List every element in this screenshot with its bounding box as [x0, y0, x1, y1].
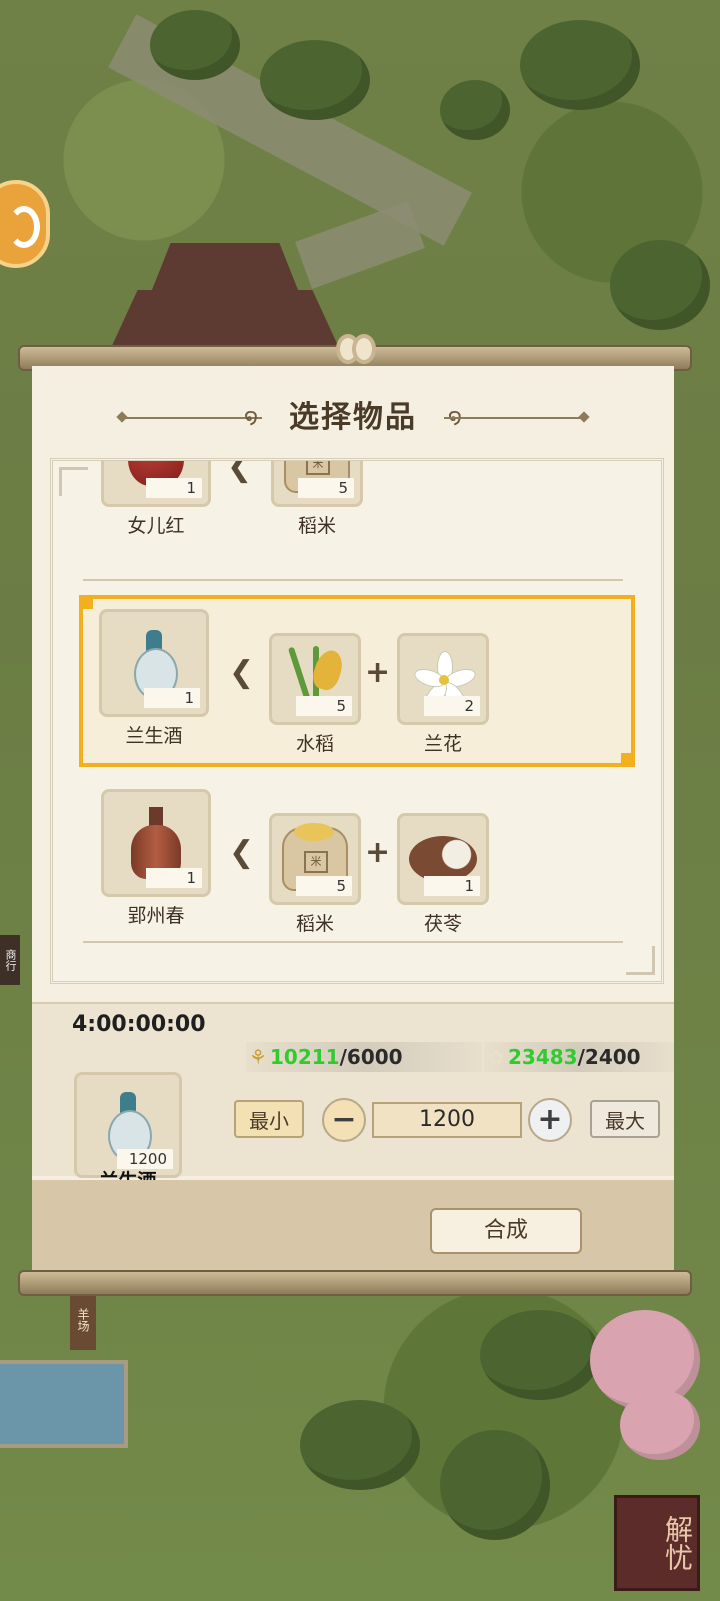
- recipe-row[interactable]: 1 郢州春 ❮ 米 5 稻米 + 1 茯苓: [79, 779, 627, 943]
- ingredient-slot[interactable]: 5 水稻: [269, 633, 361, 756]
- blue-wine-bottle-icon: [134, 630, 178, 700]
- refresh-icon: [8, 206, 40, 248]
- recipe-list[interactable]: 1 女儿红 ❮ 米 5 稻米 1 兰生酒 ❮ 5 水稻 + 2 兰花 1 郢州春…: [50, 458, 664, 984]
- header-line: [122, 417, 262, 419]
- output-slot[interactable]: 1 女儿红: [101, 461, 211, 538]
- tree: [150, 10, 240, 80]
- rice-icon: ⚘: [249, 1045, 267, 1069]
- item-name: 女儿红: [127, 515, 185, 537]
- pond: [0, 1360, 128, 1448]
- shop-sign: 商行: [0, 935, 20, 985]
- chevron-left-icon: ❮: [229, 655, 255, 690]
- scroll-bottom-rod: [18, 1270, 692, 1296]
- item-count: 1: [424, 876, 480, 896]
- ornament-diamond: [578, 411, 590, 423]
- item-count: 2: [424, 696, 480, 716]
- recipe-row-selected[interactable]: 1 兰生酒 ❮ 5 水稻 + 2 兰花: [79, 595, 635, 767]
- dialog-header: ໑ 选择物品 ໑: [32, 396, 674, 440]
- ingredient-slot[interactable]: 1 茯苓: [397, 813, 489, 936]
- resource-have: 10211: [270, 1045, 340, 1069]
- tree: [520, 20, 640, 110]
- orchid-icon: ✿: [487, 1045, 505, 1069]
- blossom-tree: [620, 1390, 700, 1460]
- swirl-ornament-icon: ໑: [244, 405, 259, 430]
- resource-need: /6000: [339, 1045, 403, 1069]
- synthesize-button[interactable]: 合成: [430, 1208, 582, 1254]
- decrease-button[interactable]: −: [322, 1098, 366, 1142]
- chevron-left-icon: ❮: [227, 458, 253, 484]
- ingredient-slot[interactable]: 米 5 稻米: [271, 461, 363, 538]
- item-count: 5: [298, 478, 354, 498]
- scroll-knot-ornament: [334, 326, 376, 366]
- craft-item-slot[interactable]: 1200 兰生酒: [74, 1072, 182, 1192]
- item-name: 稻米: [297, 515, 336, 537]
- resource-orchid: ✿ 23483/2400: [484, 1042, 674, 1072]
- pavilion-roof: [110, 290, 340, 350]
- item-count: 5: [296, 696, 352, 716]
- recipe-row[interactable]: 1 女儿红 ❮ 米 5 稻米: [79, 458, 627, 563]
- plus-icon: +: [537, 1102, 563, 1137]
- stone-path: [295, 200, 425, 290]
- item-name: 郢州春: [127, 905, 185, 927]
- plus-icon: +: [365, 655, 391, 690]
- item-name: 稻米: [295, 913, 334, 935]
- chevron-left-icon: ❮: [229, 835, 255, 870]
- item-count: 1: [144, 688, 200, 708]
- output-slot[interactable]: 1 兰生酒: [99, 609, 209, 748]
- item-name: 兰花: [423, 733, 462, 755]
- item-count: 1: [146, 868, 202, 888]
- tree: [480, 1310, 600, 1400]
- item-name: 兰生酒: [125, 725, 183, 747]
- max-quantity-button[interactable]: 最大: [590, 1100, 660, 1138]
- item-name: 茯苓: [423, 913, 462, 935]
- tree: [440, 80, 510, 140]
- item-count: 1: [146, 478, 202, 498]
- minus-icon: −: [331, 1102, 357, 1137]
- min-quantity-button[interactable]: 最小: [234, 1100, 304, 1138]
- select-item-dialog: ໑ 选择物品 ໑ 1 女儿红 ❮ 米 5 稻米 1 兰生酒 ❮ 5 水稻 + 2…: [32, 366, 674, 1272]
- resource-rice: ⚘ 10211/6000: [246, 1042, 482, 1072]
- increase-button[interactable]: +: [528, 1098, 572, 1142]
- dialog-title: 选择物品: [289, 400, 417, 435]
- quantity-input[interactable]: 1200: [372, 1102, 522, 1138]
- ingredient-slot[interactable]: 米 5 稻米: [269, 813, 361, 936]
- item-count: 5: [296, 876, 352, 896]
- plus-icon: +: [365, 835, 391, 870]
- divider: [83, 941, 623, 943]
- tree: [260, 40, 370, 120]
- header-line: [444, 417, 584, 419]
- tree: [300, 1400, 420, 1490]
- item-name: 水稻: [295, 733, 334, 755]
- resource-have: 23483: [508, 1045, 578, 1069]
- ranch-sign: 羊场: [70, 1290, 96, 1350]
- divider: [83, 579, 623, 581]
- fret-ornament: [626, 946, 655, 975]
- output-slot[interactable]: 1 郢州春: [101, 789, 211, 928]
- ingredient-slot[interactable]: 2 兰花: [397, 633, 489, 756]
- side-menu-button[interactable]: [0, 180, 50, 268]
- corner-badge-button[interactable]: 解忧: [614, 1495, 700, 1591]
- tree: [610, 240, 710, 330]
- tree: [440, 1430, 550, 1540]
- craft-panel: 4:00:00:00 1200 兰生酒: [32, 1002, 674, 1192]
- resource-need: /2400: [577, 1045, 641, 1069]
- craft-timer: 4:00:00:00: [72, 1012, 206, 1037]
